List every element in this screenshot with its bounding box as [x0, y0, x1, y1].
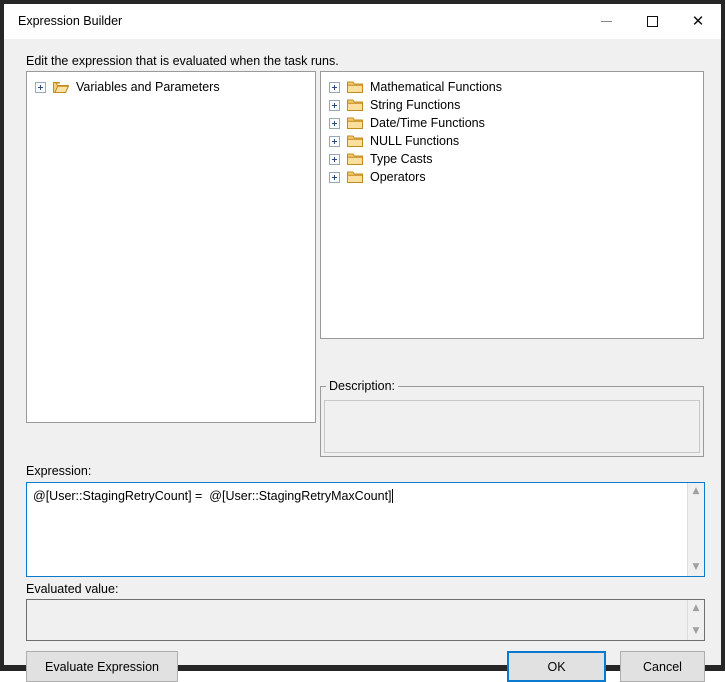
tree-item-label: Operators — [370, 170, 426, 184]
tree-item-label: Mathematical Functions — [370, 80, 503, 94]
tree-item-label: Type Casts — [370, 152, 433, 166]
tree-item-mathematical-functions[interactable]: Mathematical Functions — [321, 78, 703, 96]
expression-text-wrap[interactable]: @[User::StagingRetryCount] = @[User::Sta… — [27, 483, 686, 576]
tree-item-type-casts[interactable]: Type Casts — [321, 150, 703, 168]
evaluated-value-label: Evaluated value: — [26, 582, 119, 596]
cancel-button[interactable]: Cancel — [620, 651, 705, 682]
window-title: Expression Builder — [18, 14, 123, 28]
scroll-up-icon[interactable]: ▲ — [688, 483, 705, 500]
functions-tree-panel[interactable]: Mathematical Functions String Functions — [320, 71, 704, 339]
minimize-button[interactable] — [583, 4, 629, 39]
expression-scrollbar[interactable]: ▲ ▼ — [687, 483, 704, 576]
description-group: Description: — [320, 379, 704, 457]
tree-item-string-functions[interactable]: String Functions — [321, 96, 703, 114]
scroll-down-icon[interactable]: ▼ — [688, 623, 705, 640]
expand-plus-icon[interactable] — [329, 81, 340, 93]
expand-plus-icon[interactable] — [329, 153, 340, 165]
tree-item-label: Date/Time Functions — [370, 116, 485, 130]
tree-item-null-functions[interactable]: NULL Functions — [321, 132, 703, 150]
folder-icon — [347, 152, 363, 166]
expand-plus-icon[interactable] — [35, 81, 46, 93]
tree-item-label: NULL Functions — [370, 134, 460, 148]
close-icon: ✕ — [691, 12, 705, 30]
description-text — [324, 400, 700, 453]
evaluated-value-text — [27, 600, 686, 640]
text-caret — [391, 489, 393, 503]
close-button[interactable]: ✕ — [675, 4, 721, 39]
folder-icon — [347, 134, 363, 148]
maximize-icon — [646, 16, 658, 27]
scroll-down-icon[interactable]: ▼ — [688, 559, 705, 576]
tree-item-operators[interactable]: Operators — [321, 168, 703, 186]
title-bar: Expression Builder ✕ — [4, 4, 721, 39]
variables-tree-panel[interactable]: Variables and Parameters — [26, 71, 316, 423]
folder-icon — [347, 170, 363, 184]
tree-item-label: String Functions — [370, 98, 461, 112]
expression-value: @[User::StagingRetryCount] = @[User::Sta… — [33, 489, 392, 503]
description-label: Description: — [326, 379, 398, 393]
evaluate-expression-button[interactable]: Evaluate Expression — [26, 651, 178, 682]
evaluated-value-scrollbar[interactable]: ▲ ▼ — [687, 600, 704, 640]
expression-label: Expression: — [26, 464, 92, 478]
expand-plus-icon[interactable] — [329, 135, 340, 147]
evaluated-value-output: ▲ ▼ — [26, 599, 705, 641]
folder-icon — [347, 98, 363, 112]
minimize-icon — [600, 21, 612, 22]
tree-item-label: Variables and Parameters — [76, 80, 220, 94]
expression-builder-window: Expression Builder ✕ Edit the expression… — [0, 0, 725, 682]
instruction-text: Edit the expression that is evaluated wh… — [26, 54, 339, 68]
ok-button[interactable]: OK — [507, 651, 606, 682]
maximize-button[interactable] — [629, 4, 675, 39]
dialog-client-area: Edit the expression that is evaluated wh… — [4, 39, 721, 682]
expand-plus-icon[interactable] — [329, 171, 340, 183]
folder-icon — [347, 80, 363, 94]
tree-item-variables-and-parameters[interactable]: Variables and Parameters — [27, 78, 315, 96]
scroll-up-icon[interactable]: ▲ — [688, 600, 705, 617]
folder-icon — [347, 116, 363, 130]
expression-input[interactable]: @[User::StagingRetryCount] = @[User::Sta… — [26, 482, 705, 577]
tree-item-date-time-functions[interactable]: Date/Time Functions — [321, 114, 703, 132]
expand-plus-icon[interactable] — [329, 99, 340, 111]
expand-plus-icon[interactable] — [329, 117, 340, 129]
open-folder-icon — [53, 80, 69, 94]
